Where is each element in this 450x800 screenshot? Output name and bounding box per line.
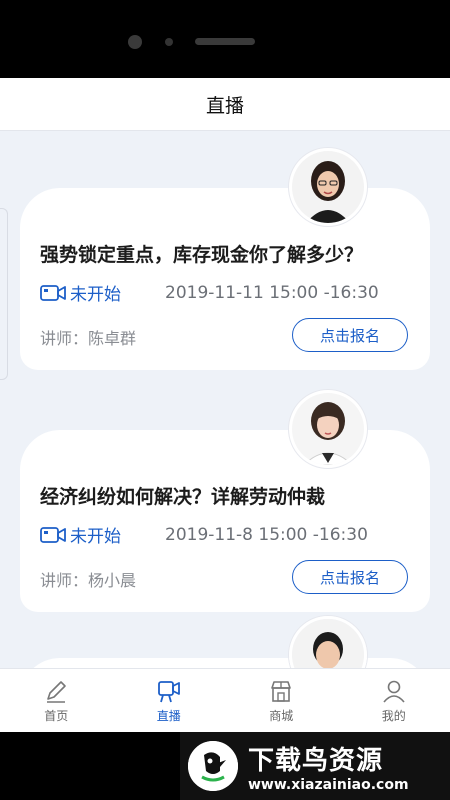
tab-home[interactable]: 首页	[0, 669, 113, 732]
lecturer-avatar	[289, 148, 367, 226]
bottom-tab-bar: 首页 直播 商城 我的	[0, 668, 450, 732]
watermark-text: 下载鸟资源 www.xiazainiao.com	[248, 740, 409, 793]
video-camera-icon	[40, 526, 66, 543]
tab-live[interactable]: 直播	[113, 669, 226, 732]
course-card[interactable]: 经济纠纷如何解决？详解劳动仲裁 未开始 2019-11-8 15:00 -16:…	[20, 390, 430, 612]
page-title: 直播	[205, 94, 244, 117]
lecturer-name: 讲师：陈卓群	[40, 329, 137, 348]
earpiece-speaker	[195, 38, 255, 45]
tab-label: 直播	[156, 709, 181, 723]
course-card[interactable]: 强势锁定重点，库存现金你了解多少？ 未开始 2019-11-11 15:00 -…	[20, 148, 430, 370]
signup-button[interactable]: 点击报名	[292, 318, 408, 352]
watermark-banner: 下载鸟资源 www.xiazainiao.com	[180, 732, 450, 800]
status-row: 未开始 2019-11-11 15:00 -16:30	[40, 280, 379, 305]
tab-label: 商城	[269, 709, 294, 723]
live-camera-icon	[157, 681, 180, 703]
pen-icon	[47, 681, 67, 703]
course-title: 强势锁定重点，库存现金你了解多少？	[40, 244, 364, 266]
user-icon	[383, 680, 405, 703]
status-label: 未开始	[70, 527, 121, 547]
status-row: 未开始 2019-11-8 15:00 -16:30	[40, 522, 368, 547]
app-screen: 直播 强势锁定重点，库存现金你了解多少？ 未开始 2019-11-11 15:0…	[0, 78, 450, 732]
proximity-sensor	[165, 38, 173, 46]
lecturer-name: 讲师：杨小晨	[40, 571, 137, 590]
status-label: 未开始	[70, 285, 121, 305]
bird-logo-icon	[188, 741, 238, 791]
tab-label: 首页	[44, 709, 69, 723]
course-title: 经济纠纷如何解决？详解劳动仲裁	[40, 486, 326, 508]
tab-mine[interactable]: 我的	[338, 669, 450, 732]
video-camera-icon	[40, 284, 66, 301]
side-edge-tab[interactable]	[0, 208, 8, 380]
schedule-time: 2019-11-8 15:00 -16:30	[165, 524, 368, 545]
watermark-url: www.xiazainiao.com	[248, 776, 409, 793]
schedule-time: 2019-11-11 15:00 -16:30	[165, 282, 379, 303]
signup-button[interactable]: 点击报名	[292, 560, 408, 594]
phone-top-bezel	[0, 0, 450, 78]
tab-shop[interactable]: 商城	[225, 669, 338, 732]
tab-label: 我的	[381, 709, 406, 723]
watermark-title: 下载鸟资源	[248, 745, 384, 776]
app-header: 直播	[0, 78, 450, 131]
lecturer-avatar	[289, 390, 367, 468]
front-camera	[128, 35, 142, 49]
shop-icon	[271, 681, 292, 702]
